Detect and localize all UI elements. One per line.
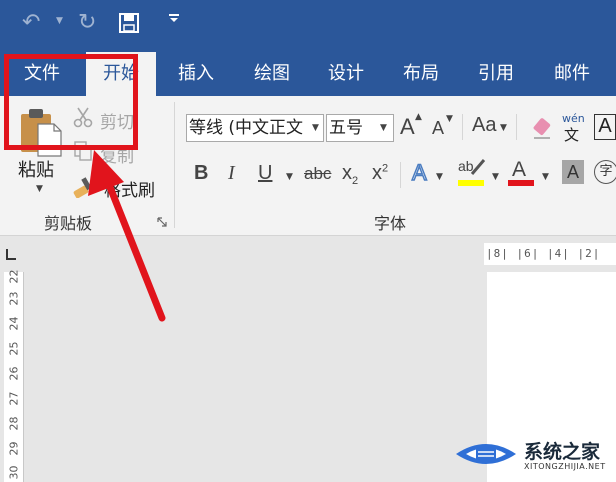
bold-button[interactable]: B bbox=[194, 162, 208, 185]
font-color-button[interactable]: A bbox=[512, 158, 526, 182]
font-size-dropdown-icon[interactable]: ▼ bbox=[380, 123, 387, 133]
redo-icon[interactable]: ↻ bbox=[78, 10, 96, 35]
highlighter-pen-icon bbox=[470, 159, 486, 175]
ruler-number: 30 bbox=[7, 465, 21, 480]
pinyin-guide-bottom[interactable]: 文 bbox=[564, 124, 579, 145]
subscript-mark: 2 bbox=[352, 175, 359, 187]
font-size-value: 五号 bbox=[329, 118, 363, 138]
paste-label[interactable]: 粘贴 bbox=[18, 156, 54, 182]
superscript-label: x bbox=[372, 162, 382, 184]
character-border-button[interactable]: A bbox=[594, 114, 616, 140]
change-case-dropdown-icon[interactable]: ▼ bbox=[500, 123, 507, 133]
ruler-corner[interactable] bbox=[0, 237, 28, 271]
ruler-number: 24 bbox=[7, 316, 21, 331]
subscript-label: x bbox=[342, 162, 352, 184]
horizontal-ruler[interactable]: |8| |6| |4| |2| bbox=[484, 243, 616, 265]
ruler-number: 28 bbox=[7, 416, 21, 431]
italic-button[interactable]: I bbox=[228, 162, 235, 185]
grow-font-icon: ▲ bbox=[415, 112, 422, 122]
customize-qat-icon[interactable] bbox=[168, 12, 180, 24]
shrink-font-icon: ▼ bbox=[446, 114, 453, 124]
paste-dropdown-icon[interactable]: ▼ bbox=[36, 184, 43, 194]
underline-dropdown-icon[interactable]: ▼ bbox=[286, 172, 293, 182]
strikethrough-button[interactable]: abc bbox=[304, 164, 331, 184]
font-name-dropdown-icon[interactable]: ▼ bbox=[312, 123, 319, 133]
watermark-logo-icon bbox=[456, 444, 516, 464]
tab-layout[interactable]: 布局 bbox=[389, 52, 453, 96]
text-effects-button[interactable]: A bbox=[411, 159, 427, 186]
font-color-bar bbox=[508, 180, 534, 186]
tab-insert[interactable]: 插入 bbox=[164, 52, 228, 96]
font-name-value: 等线 (中文正文 bbox=[189, 118, 304, 138]
superscript-button[interactable]: x2 bbox=[372, 162, 388, 185]
watermark-title: 系统之家 bbox=[524, 441, 601, 463]
undo-icon[interactable]: ↶ bbox=[22, 10, 40, 35]
undo-dropdown-icon[interactable]: ▼ bbox=[56, 16, 63, 26]
tab-draw[interactable]: 绘图 bbox=[240, 52, 304, 96]
enclose-characters-button[interactable]: 字 bbox=[594, 160, 616, 184]
font-name-combo[interactable]: 等线 (中文正文 bbox=[186, 114, 324, 142]
grow-font-button[interactable]: A bbox=[400, 114, 415, 140]
watermark-subtitle: XITONGZHIJIA.NET bbox=[524, 462, 606, 471]
subscript-button[interactable]: x2 bbox=[342, 162, 358, 187]
vertical-ruler[interactable]: 22 23 24 25 26 27 28 29 30 bbox=[4, 269, 24, 482]
underline-button[interactable]: U bbox=[258, 162, 272, 185]
text-effects-dropdown-icon[interactable]: ▼ bbox=[436, 172, 443, 182]
clear-formatting-icon[interactable] bbox=[530, 116, 554, 140]
superscript-mark: 2 bbox=[382, 162, 389, 175]
ruler-number: 26 bbox=[7, 366, 21, 381]
ruler-number: 29 bbox=[7, 441, 21, 456]
tab-mailings[interactable]: 邮件 bbox=[540, 52, 604, 96]
ruler-number: 23 bbox=[7, 291, 21, 306]
tab-references[interactable]: 引用 bbox=[464, 52, 528, 96]
title-bar: ↶ ▼ ↻ bbox=[0, 0, 616, 52]
ruler-number: 22 bbox=[7, 269, 21, 284]
save-icon[interactable] bbox=[118, 12, 140, 34]
highlight-color-bar bbox=[458, 180, 484, 186]
annotation-arrow-icon bbox=[88, 150, 166, 322]
change-case-button[interactable]: Aa bbox=[472, 114, 496, 137]
tab-design[interactable]: 设计 bbox=[314, 52, 378, 96]
character-shading-button[interactable]: A bbox=[562, 160, 584, 184]
separator bbox=[462, 114, 463, 140]
ruler-number: 25 bbox=[7, 341, 21, 356]
font-color-dropdown-icon[interactable]: ▼ bbox=[542, 172, 549, 182]
shrink-font-button[interactable]: A bbox=[432, 118, 444, 139]
annotation-highlight-box bbox=[4, 54, 138, 150]
ruler-number: 27 bbox=[7, 391, 21, 406]
highlight-dropdown-icon[interactable]: ▼ bbox=[492, 172, 499, 182]
separator bbox=[400, 162, 401, 188]
font-group-label: 字体 bbox=[374, 214, 407, 233]
separator bbox=[516, 114, 517, 140]
